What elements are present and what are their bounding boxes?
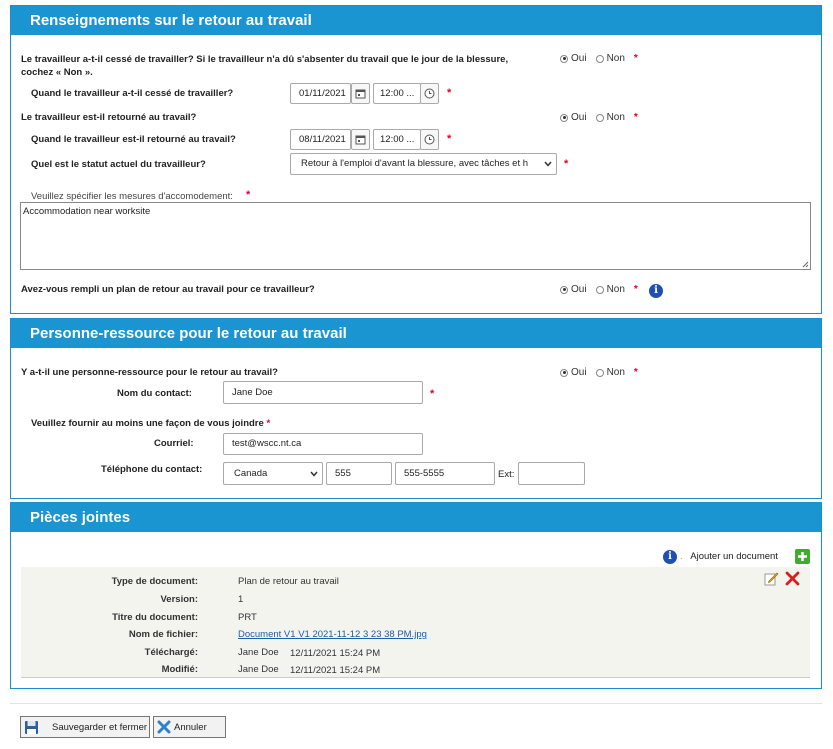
cancel-icon (157, 720, 171, 734)
clock-button[interactable] (420, 129, 439, 150)
att-filename-link[interactable]: Document V1 V1 2021-11-12 3 23 38 PM.jpg (238, 629, 427, 640)
ext-label: Ext: (498, 469, 515, 480)
required-marker: * (447, 87, 452, 99)
contact-panel-header: Personne-ressource pour le retour au tra… (11, 319, 821, 348)
clock-icon (424, 134, 435, 145)
accommodation-label: Veuillez spécifier les mesures d'accomod… (31, 191, 233, 202)
country-select[interactable]: Canada (223, 462, 323, 485)
clock-button[interactable] (420, 83, 439, 104)
phone-number-input[interactable]: 555-5555 (395, 462, 495, 485)
email-input[interactable]: test@wscc.nt.ca (223, 433, 423, 455)
q-has-contact: Y a-t-il une personne-ressource pour le … (21, 367, 278, 378)
returned-date-input[interactable]: 08/11/2021 (290, 129, 351, 150)
contact-name-label: Nom du contact: (117, 388, 192, 399)
contact-name-input[interactable]: Jane Doe (223, 381, 423, 404)
att-uploaded-label: Téléchargé: (144, 647, 198, 658)
required-marker: * (633, 367, 638, 378)
plan-oui-option[interactable]: Oui (560, 284, 587, 295)
stopped-oui-option[interactable]: Oui (560, 53, 587, 64)
radio-oui[interactable] (560, 113, 568, 122)
save-close-button[interactable]: Sauvegarder et fermer (20, 716, 150, 738)
cancel-button[interactable]: Annuler (153, 716, 226, 738)
required-marker: * (246, 189, 251, 201)
email-label: Courriel: (154, 438, 194, 449)
area-code-input[interactable]: 555 (326, 462, 392, 485)
stopped-date-input[interactable]: 01/11/2021 (290, 83, 351, 104)
returned-oui-option[interactable]: Oui (560, 112, 587, 123)
att-title-label: Titre du document: (112, 612, 198, 623)
calendar-icon (355, 135, 366, 145)
att-version-value: 1 (238, 594, 244, 605)
info-icon[interactable]: i (663, 550, 677, 564)
plan-non-option[interactable]: Non (595, 284, 625, 295)
att-uploaded-date: 12/11/2021 15:24 PM (290, 648, 381, 659)
resize-grip-icon[interactable] (801, 260, 809, 268)
required-marker: * (564, 158, 569, 170)
contact-non-option[interactable]: Non (595, 367, 625, 378)
att-filename-label: Nom de fichier: (128, 629, 198, 640)
stopped-time-input[interactable]: 12:00 ... (373, 83, 421, 104)
stopped-non-option[interactable]: Non (595, 53, 625, 64)
radio-non[interactable] (595, 285, 604, 294)
q-returned-work: Le travailleur est-il retourné au travai… (21, 112, 197, 123)
delete-icon (785, 571, 800, 586)
chevron-down-icon (310, 471, 318, 477)
required-marker: * (633, 284, 638, 295)
returned-non-option[interactable]: Non (595, 112, 625, 123)
q-plan: Avez-vous rempli un plan de retour au tr… (21, 284, 315, 295)
required-marker: * (633, 112, 638, 123)
status-select[interactable]: Retour à l'emploi d'avant la blessure, a… (290, 153, 557, 175)
att-modified-date: 12/11/2021 15:24 PM (290, 665, 381, 676)
required-marker: * (633, 53, 638, 64)
returned-time-input[interactable]: 12:00 ... (373, 129, 421, 150)
att-uploaded-by: Jane Doe (238, 647, 279, 658)
stopped-date-label: Quand le travailleur a-t-il cessé de tra… (31, 88, 234, 99)
radio-oui[interactable] (560, 54, 568, 63)
returned-date-label: Quand le travailleur est-il retourné au … (31, 134, 236, 145)
att-type-value: Plan de retour au travail (238, 576, 339, 587)
add-document-button[interactable] (795, 549, 810, 564)
plus-icon (798, 552, 807, 561)
contact-radio-group: Oui Non * (560, 367, 638, 378)
calendar-button[interactable] (351, 129, 370, 150)
radio-non[interactable] (595, 113, 604, 122)
att-modified-by: Jane Doe (238, 664, 279, 675)
attachments-panel-header: Pièces jointes (11, 503, 821, 532)
chevron-down-icon (544, 161, 552, 167)
q-stopped-work: Le travailleur a-t-il cessé de travaille… (21, 54, 509, 78)
edit-attachment-button[interactable] (764, 571, 779, 586)
att-version-label: Version: (160, 594, 199, 605)
status-label: Quel est le statut actuel du travailleur… (31, 159, 206, 170)
radio-non[interactable] (595, 54, 604, 63)
plan-radio-group: Oui Non * (560, 284, 638, 295)
phone-label: Téléphone du contact: (101, 464, 203, 475)
footer-divider (10, 703, 822, 704)
att-title-value: PRT (238, 612, 257, 623)
att-modified-label: Modifié: (161, 664, 198, 675)
att-type-label: Type de document: (111, 576, 198, 587)
returned-radio-group: Oui Non * (560, 112, 638, 123)
ext-input[interactable] (518, 462, 585, 485)
delete-attachment-button[interactable] (785, 571, 800, 586)
accommodation-textarea[interactable]: Accommodation near worksite (20, 202, 811, 270)
stopped-work-radio-group: Oui Non * (560, 53, 638, 64)
add-document-link[interactable]: . Ajouter un document (680, 551, 778, 562)
radio-non[interactable] (595, 368, 604, 377)
radio-oui[interactable] (560, 285, 568, 294)
required-marker: * (447, 133, 452, 145)
calendar-icon (355, 89, 366, 99)
rtw-panel-header: Renseignements sur le retour au travail (11, 6, 821, 35)
radio-oui[interactable] (560, 368, 568, 377)
calendar-button[interactable] (351, 83, 370, 104)
required-marker: * (266, 418, 271, 429)
clock-icon (424, 88, 435, 99)
save-icon (25, 720, 38, 734)
contact-oui-option[interactable]: Oui (560, 367, 587, 378)
reach-label: Veuillez fournir au moins une façon de v… (31, 418, 271, 429)
edit-icon (764, 572, 779, 586)
info-icon[interactable]: i (649, 284, 663, 298)
required-marker: * (430, 388, 435, 400)
